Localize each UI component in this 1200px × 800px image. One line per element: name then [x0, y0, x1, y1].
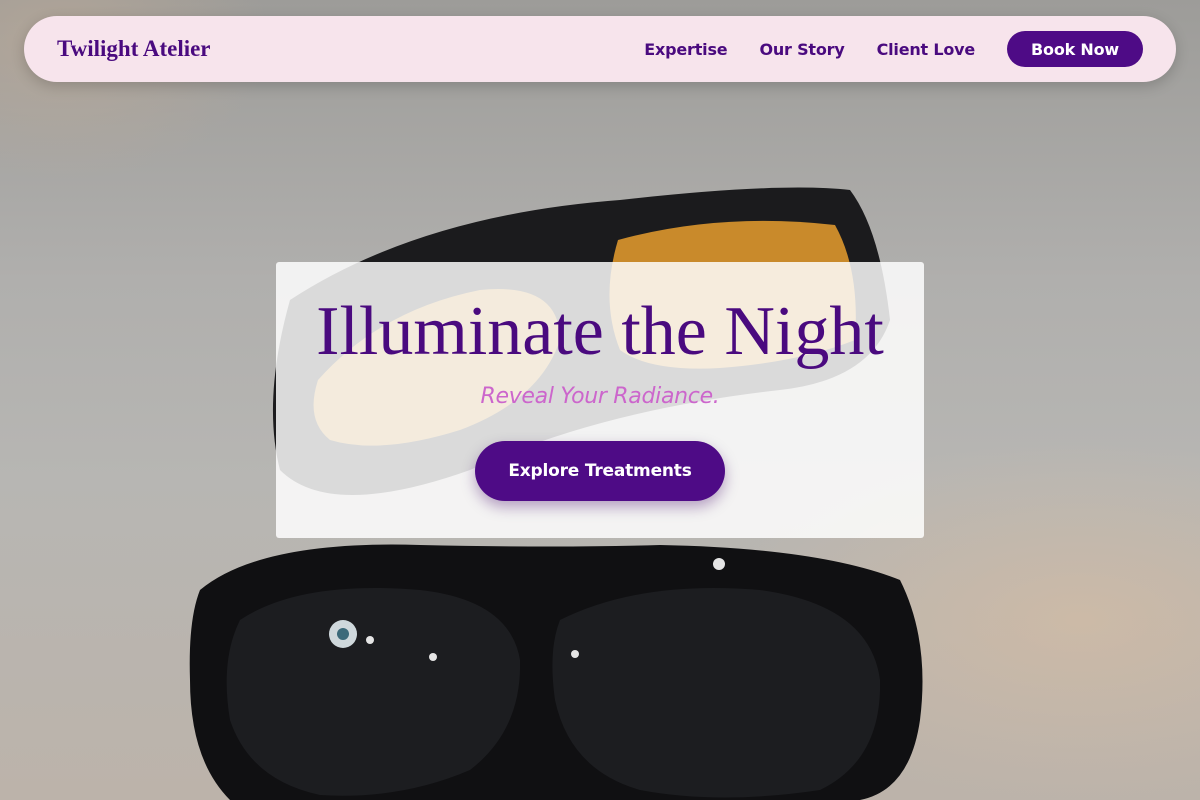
- brand-logo[interactable]: Twilight Atelier: [57, 36, 211, 62]
- nav-link-client-love[interactable]: Client Love: [877, 40, 976, 59]
- nav-links: Expertise Our Story Client Love Book Now: [644, 31, 1143, 67]
- explore-treatments-button[interactable]: Explore Treatments: [475, 441, 725, 501]
- hero-card: Illuminate the Night Reveal Your Radianc…: [276, 262, 924, 538]
- hero-title: Illuminate the Night: [316, 293, 884, 370]
- nav-link-our-story[interactable]: Our Story: [759, 40, 844, 59]
- nav-link-expertise[interactable]: Expertise: [644, 40, 727, 59]
- book-now-button[interactable]: Book Now: [1007, 31, 1143, 67]
- navbar: Twilight Atelier Expertise Our Story Cli…: [24, 16, 1176, 82]
- front-goggles: [189, 544, 923, 800]
- hero-subtitle: Reveal Your Radiance.: [480, 384, 720, 409]
